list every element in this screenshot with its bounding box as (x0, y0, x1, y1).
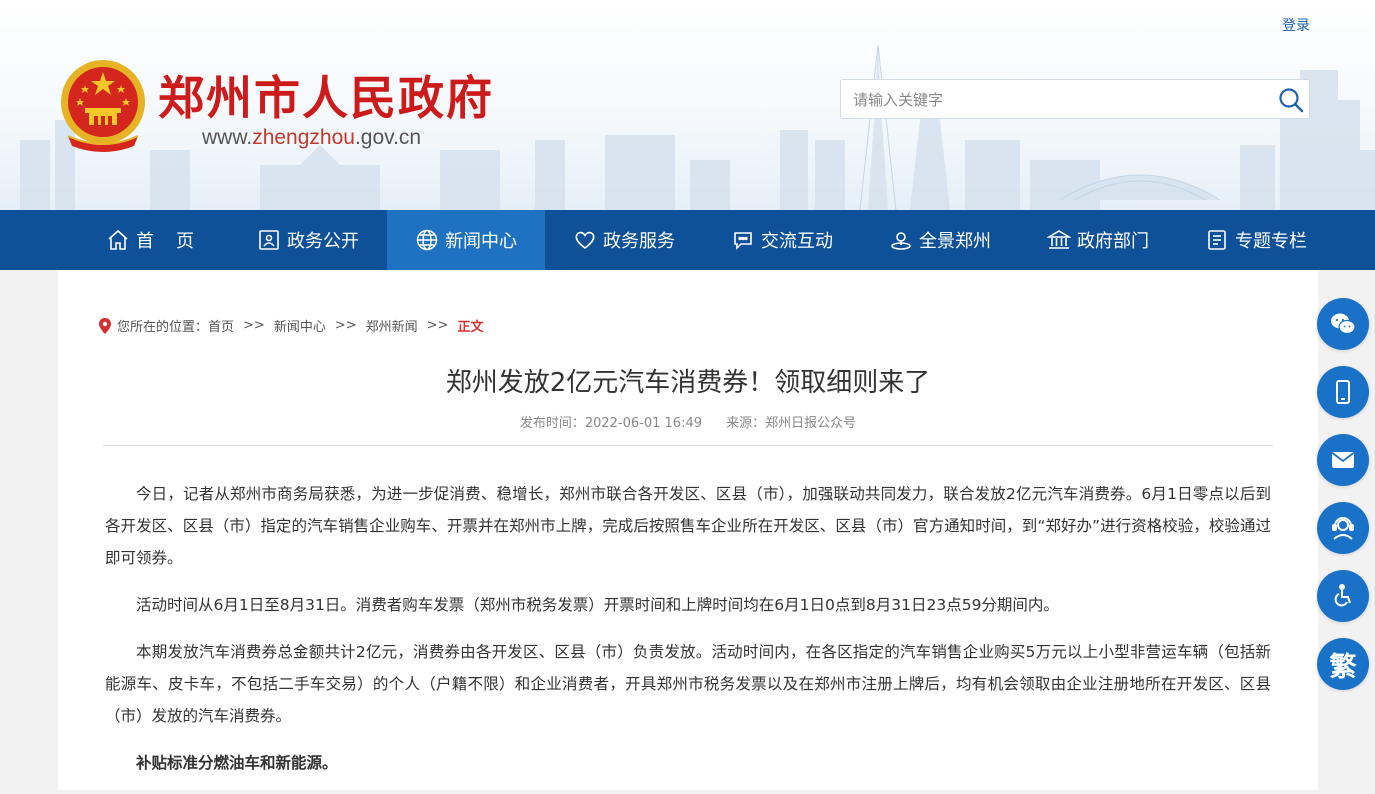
site-header: 郑州市人民政府 www.zhengzhou.gov.cn 登录 (0, 0, 1375, 210)
article-paragraph: 活动时间从6月1日至8月31日。消费者购车发票（郑州市税务发票）开票时间和上牌时… (136, 596, 1059, 614)
nav-label-panorama: 全景郑州 (919, 231, 991, 252)
globe-icon (416, 229, 438, 251)
nav-label-gov-services: 政务服务 (603, 231, 675, 252)
traditional-chinese-button[interactable]: 繁 (1317, 638, 1369, 690)
article-paragraph: 本期发放汽车消费券总金额共计2亿元，消费券由各开发区、区县（市）负责发放。活动时… (105, 643, 1271, 725)
breadcrumb: 您所在的位置： 首页 >> 新闻中心 >> 郑州新闻 >> 正文 (98, 316, 483, 335)
article-source: 来源：郑州日报公众号 (726, 416, 857, 431)
search-input[interactable] (851, 80, 1265, 120)
home-icon (108, 229, 128, 250)
nav-item-gov-departments[interactable]: 政府部门 (1019, 210, 1177, 270)
nav-label-gov-departments: 政府部门 (1077, 231, 1149, 252)
breadcrumb-separator: >> (334, 318, 357, 333)
nav-item-special-topics[interactable]: 专题专栏 (1177, 210, 1335, 270)
wechat-icon (1331, 313, 1356, 335)
chat-icon (734, 232, 752, 250)
breadcrumb-separator: >> (426, 318, 449, 333)
breadcrumb-separator: >> (243, 318, 265, 333)
nav-label-special-topics: 专题专栏 (1235, 231, 1307, 252)
accessibility-button[interactable] (1317, 570, 1369, 622)
nav-item-gov-affairs[interactable]: 政务公开 (229, 210, 387, 270)
login-link[interactable]: 登录 (1282, 15, 1310, 35)
article-subheading: 补贴标准分燃油车和新能源。 (136, 754, 338, 772)
breadcrumb-zhengzhou-news[interactable]: 郑州新闻 (366, 316, 418, 335)
nav-label-gov-affairs: 政务公开 (287, 231, 359, 252)
national-emblem-logo (61, 60, 145, 152)
search-box (840, 79, 1310, 120)
nav-item-news-center[interactable]: 新闻中心 (387, 210, 545, 270)
domain-prefix: www. (202, 126, 253, 149)
customer-service-icon (1332, 517, 1354, 540)
breadcrumb-current: 正文 (457, 320, 484, 335)
site-domain: www.zhengzhou.gov.cn (202, 126, 421, 150)
title-divider (103, 445, 1273, 446)
building-icon (1047, 230, 1071, 249)
panorama-icon (891, 232, 911, 250)
nav-item-home[interactable]: 首页 (71, 210, 229, 270)
mobile-icon (1336, 380, 1350, 404)
mobile-button[interactable] (1317, 366, 1369, 418)
breadcrumb-home[interactable]: 首页 (208, 316, 234, 335)
location-pin-icon (99, 317, 111, 334)
mail-icon (1331, 452, 1355, 468)
domain-suffix: .gov.cn (354, 126, 422, 149)
article-meta: 发布时间：2022-06-01 16:49 来源：郑州日报公众号 (58, 412, 1318, 431)
nav-label-interaction: 交流互动 (761, 231, 833, 252)
breadcrumb-prefix: 您所在的位置： (117, 320, 209, 335)
article-card: 您所在的位置： 首页 >> 新闻中心 >> 郑州新闻 >> 正文 郑州发放2亿元… (58, 270, 1318, 790)
accessibility-icon (1334, 584, 1351, 607)
article-content: 今日，记者从郑州市商务局获悉，为进一步促消费、稳增长，郑州市联合各开发区、区县（… (105, 478, 1271, 794)
nav-item-panorama[interactable]: 全景郑州 (861, 210, 1019, 270)
nav-item-interaction[interactable]: 交流互动 (703, 210, 861, 270)
search-icon[interactable] (1277, 86, 1305, 114)
mail-button[interactable] (1317, 434, 1369, 486)
publish-time: 发布时间：2022-06-01 16:49 (519, 416, 702, 431)
heart-icon (575, 231, 595, 250)
wechat-button[interactable] (1317, 298, 1369, 350)
traditional-chinese-icon: 繁 (1329, 651, 1357, 683)
nav-label-home: 首页 (136, 231, 216, 252)
article-paragraph: 今日，记者从郑州市商务局获悉，为进一步促消费、稳增长，郑州市联合各开发区、区县（… (105, 485, 1271, 567)
document-icon (1208, 230, 1226, 250)
main-nav: 首页 政务公开 新闻中心 政务服务 交流互动 全景郑州 政府部门 专题专栏 (0, 210, 1375, 270)
domain-accent: zhengzhou (252, 126, 355, 149)
id-card-icon (259, 230, 279, 250)
site-title: 郑州市人民政府 (158, 71, 494, 125)
breadcrumb-news-center[interactable]: 新闻中心 (274, 316, 326, 335)
nav-label-news-center: 新闻中心 (445, 231, 517, 252)
customer-service-button[interactable] (1317, 502, 1369, 554)
nav-item-gov-services[interactable]: 政务服务 (545, 210, 703, 270)
article-title: 郑州发放2亿元汽车消费券！领取细则来了 (445, 368, 931, 398)
